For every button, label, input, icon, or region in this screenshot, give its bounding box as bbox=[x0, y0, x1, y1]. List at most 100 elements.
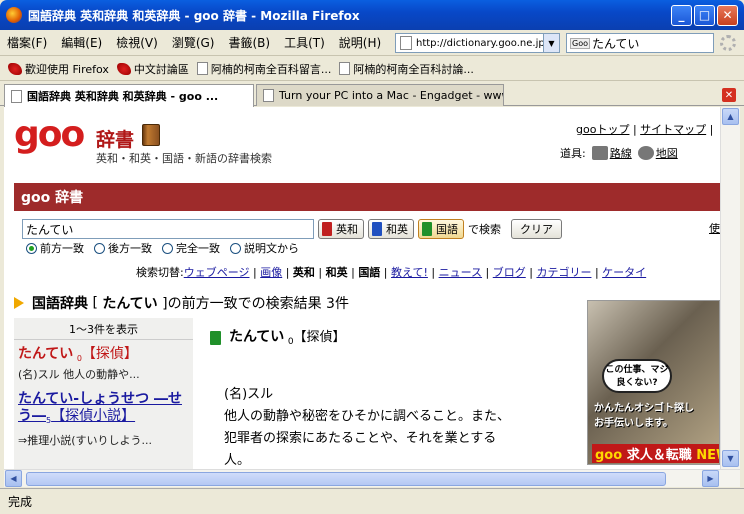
url-dropdown-icon[interactable]: ▼ bbox=[543, 34, 559, 52]
tab-label: 国語辞典 英和辞典 和英辞典 - goo ... bbox=[27, 90, 219, 103]
clear-button[interactable]: クリア bbox=[511, 219, 562, 239]
search-label: で検索 bbox=[468, 223, 501, 236]
map-link[interactable]: 地図 bbox=[656, 145, 678, 161]
match-options: 前方一致 後方一致 完全一致 説明文から bbox=[26, 240, 309, 256]
book-green-icon bbox=[422, 222, 432, 236]
radio-circle bbox=[94, 242, 105, 254]
menu-file[interactable]: 檔案(F) bbox=[0, 34, 54, 51]
window-title: 国語辞典 英和辞典 和英辞典 - goo 辞書 - Mozilla Firefo… bbox=[28, 8, 360, 23]
vertical-scrollbar[interactable]: ▲ ▼ bbox=[720, 107, 740, 469]
result-query: たんてい bbox=[102, 296, 158, 312]
scroll-up-icon[interactable]: ▲ bbox=[722, 108, 739, 125]
firefox-icon bbox=[6, 7, 22, 23]
usage-link[interactable]: 使 bbox=[709, 220, 720, 236]
scroll-left-icon[interactable]: ◀ bbox=[5, 470, 22, 487]
bookmark-item[interactable]: 阿楠的柯南全百科留言... bbox=[196, 61, 331, 77]
radio-label: 後方一致 bbox=[108, 242, 152, 255]
definition-pos: (名)スル bbox=[224, 387, 274, 402]
list-item[interactable]: たんてい 0【探偵】 (名)スル 他人の動静や... bbox=[14, 340, 193, 382]
menu-edit[interactable]: 編輯(E) bbox=[54, 34, 109, 51]
ad-line2: お手伝いします。 bbox=[594, 418, 673, 429]
route-link[interactable]: 路線 bbox=[610, 145, 632, 161]
switch-category-link[interactable]: カテゴリー bbox=[536, 266, 591, 279]
definition-line: 他人の動静や秘密をひそかに調べること。また、 bbox=[224, 409, 511, 424]
menu-bookmarks[interactable]: 書籤(B) bbox=[221, 34, 277, 51]
radio-circle bbox=[162, 242, 173, 254]
radio-suffix-match[interactable]: 後方一致 bbox=[94, 240, 152, 256]
ad-brand-logo: goo bbox=[595, 448, 623, 463]
ad-bubble: この仕事、マジ良くない? bbox=[602, 359, 672, 393]
switch-oshiete-link[interactable]: 教えて! bbox=[391, 266, 428, 279]
ad-banner[interactable]: この仕事、マジ良くない? かんたんオシゴト探し お手伝いします。 goo 求人＆… bbox=[587, 300, 720, 465]
tools-label: 道具: bbox=[560, 147, 586, 160]
goo-logo[interactable]: goo bbox=[14, 117, 85, 153]
menu-tools[interactable]: 工具(T) bbox=[277, 34, 332, 51]
list-item-desc: (名)スル 他人の動静や... bbox=[18, 368, 140, 382]
status-text: 完成 bbox=[8, 495, 33, 509]
ad-brand-new: NEW bbox=[696, 448, 719, 463]
close-window-button[interactable]: ✕ bbox=[717, 4, 738, 26]
bookmark-label: 歡迎使用 Firefox bbox=[25, 62, 109, 76]
bookmark-icon bbox=[8, 62, 22, 75]
scroll-right-icon[interactable]: ▶ bbox=[702, 470, 719, 487]
entry-headword: たんてい bbox=[229, 329, 285, 345]
radio-label: 完全一致 bbox=[176, 242, 220, 255]
scroll-thumb[interactable] bbox=[26, 472, 666, 486]
search-row: たんてい 英和 和英 国語 で検索 クリア bbox=[22, 218, 562, 240]
tab-goo-dictionary[interactable]: 国語辞典 英和辞典 和英辞典 - goo ... bbox=[4, 84, 254, 107]
entry-kanji: 【探偵】 bbox=[293, 330, 346, 345]
tools-row: 道具: 路線 地図 bbox=[560, 145, 678, 161]
tab-engadget[interactable]: Turn your PC into a Mac - Engadget - www… bbox=[256, 84, 504, 106]
radio-prefix-match[interactable]: 前方一致 bbox=[26, 240, 84, 256]
search-input[interactable]: Goo たんてい bbox=[566, 33, 714, 53]
maximize-button[interactable]: □ bbox=[694, 4, 715, 26]
switch-label: 検索切替: bbox=[136, 266, 184, 279]
query-input[interactable]: たんてい bbox=[22, 219, 314, 239]
result-count: 1～3件を表示 bbox=[14, 318, 193, 340]
bookmark-item[interactable]: 中文討論區 bbox=[116, 61, 189, 77]
radio-exact-match[interactable]: 完全一致 bbox=[162, 240, 220, 256]
list-item-term[interactable]: たんてい bbox=[18, 346, 73, 362]
page-icon bbox=[339, 62, 351, 75]
switch-web-link[interactable]: ウェブページ bbox=[184, 266, 250, 279]
menu-view[interactable]: 檢視(V) bbox=[109, 34, 165, 51]
switch-image-link[interactable]: 画像 bbox=[260, 266, 282, 279]
radio-description[interactable]: 説明文から bbox=[230, 240, 299, 256]
waei-button[interactable]: 和英 bbox=[368, 219, 414, 239]
definition-line: 人。 bbox=[224, 453, 251, 468]
page-icon bbox=[11, 89, 22, 103]
button-label: 国語 bbox=[436, 223, 458, 236]
switch-mobile-link[interactable]: ケータイ bbox=[602, 266, 646, 279]
tagline: 英和・和英・国語・新語の辞書検索 bbox=[96, 152, 272, 165]
ad-text: かんたんオシゴト探し お手伝いします。 bbox=[594, 401, 719, 431]
horizontal-scrollbar[interactable]: ◀ ▶ bbox=[4, 469, 740, 487]
switch-news-link[interactable]: ニュース bbox=[439, 266, 482, 279]
list-item[interactable]: たんてい-しょうせつ ―せう―5【探偵小説】 ⇒推理小説(すいりしよう... bbox=[14, 388, 193, 448]
search-value: たんてい bbox=[592, 36, 640, 51]
dictionary-title: 辞書 bbox=[96, 129, 135, 151]
menu-go[interactable]: 瀏覽(G) bbox=[165, 34, 222, 51]
goo-top-link[interactable]: gooトップ bbox=[576, 123, 629, 136]
menu-help[interactable]: 說明(H) bbox=[332, 34, 388, 51]
definition: (名)スル 他人の動静や秘密をひそかに調べること。また、 犯罪者の探索にあたるこ… bbox=[224, 384, 544, 469]
result-summary: ]の前方一致での検索結果 3件 bbox=[162, 296, 349, 312]
search-engine-icon[interactable]: Goo bbox=[570, 37, 590, 49]
window-titlebar[interactable]: 国語辞典 英和辞典 和英辞典 - goo 辞書 - Mozilla Firefo… bbox=[0, 0, 744, 30]
switch-blog-link[interactable]: ブログ bbox=[493, 266, 526, 279]
close-tab-icon[interactable]: ✕ bbox=[722, 88, 736, 102]
result-sidebar: 1～3件を表示 たんてい 0【探偵】 (名)スル 他人の動静や... たんてい-… bbox=[14, 318, 193, 469]
result-dict: 国語辞典 bbox=[32, 296, 88, 312]
eiwa-button[interactable]: 英和 bbox=[318, 219, 364, 239]
kokugo-button[interactable]: 国語 bbox=[418, 219, 464, 239]
top-links: gooトップ | サイトマップ | bbox=[576, 123, 714, 136]
scroll-down-icon[interactable]: ▼ bbox=[722, 450, 739, 467]
sitemap-link[interactable]: サイトマップ bbox=[640, 123, 706, 136]
book-blue-icon bbox=[372, 222, 382, 236]
bookmark-item[interactable]: 歡迎使用 Firefox bbox=[8, 61, 109, 77]
search-switch-row: 検索切替:ウェブページ | 画像 | 英和 | 和英 | 国語 | 教えて! |… bbox=[136, 266, 647, 279]
entry-heading: たんてい 0【探偵】 bbox=[210, 326, 346, 347]
bookmark-item[interactable]: 阿楠的柯南全百科討論... bbox=[339, 61, 474, 77]
list-item-kanji[interactable]: 【探偵小説】 bbox=[51, 408, 135, 424]
url-bar[interactable]: http://dictionary.goo.ne.jp/ ▼ bbox=[395, 33, 560, 53]
minimize-button[interactable]: _ bbox=[671, 4, 692, 26]
